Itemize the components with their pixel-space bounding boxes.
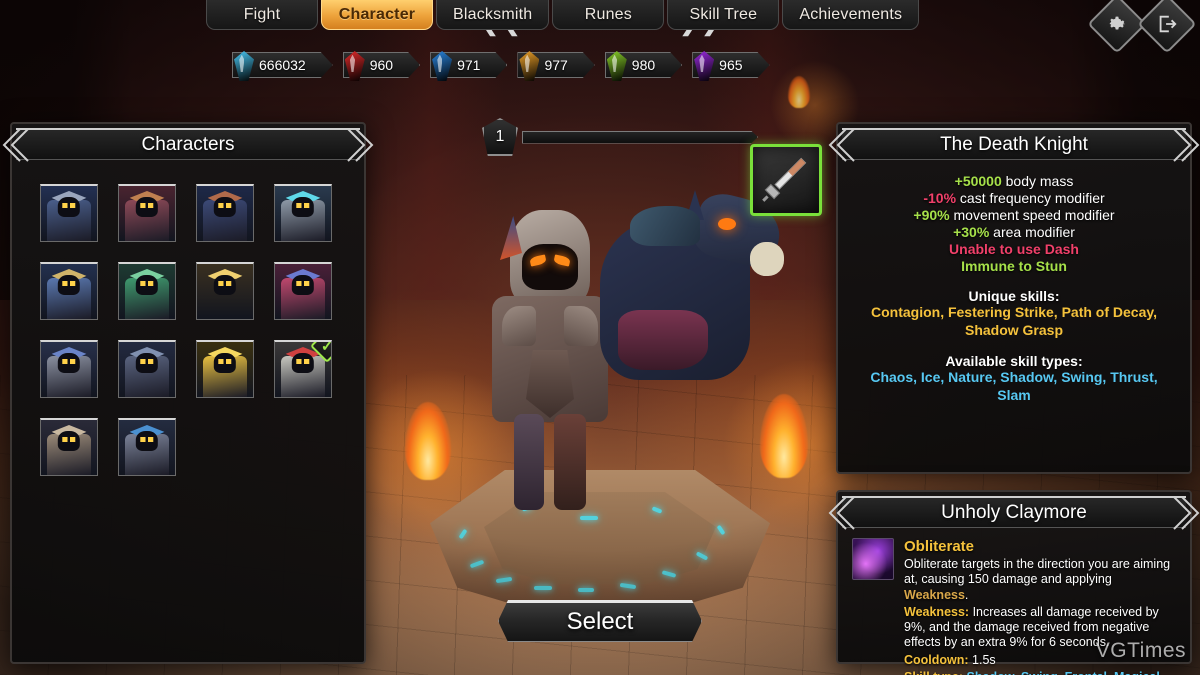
portrait-eyes [62, 280, 76, 286]
ornament-right-icon [344, 126, 374, 164]
portrait-eyes [140, 202, 154, 208]
portrait-eyes [296, 202, 310, 208]
portrait-eyes [218, 280, 232, 286]
character-slot-gold-king[interactable] [196, 340, 254, 398]
character-slot-minotaur-lord[interactable] [118, 418, 176, 476]
portrait-eyes [140, 358, 154, 364]
level-badge: 1 [482, 118, 518, 156]
portrait-eyes [218, 358, 232, 364]
tab-achievements[interactable]: Achievements [782, 0, 920, 30]
page-title: The Death Knight [940, 133, 1088, 155]
bonus-text: Immune to Stun [961, 258, 1067, 274]
ornament-left-icon [2, 126, 32, 164]
exit-door-icon [1156, 13, 1178, 35]
currency-green-gem: 980 [605, 50, 682, 81]
characters-panel-title: Characters [141, 133, 235, 155]
portrait-eyes [140, 436, 154, 442]
top-right-buttons [1087, 0, 1197, 54]
gear-icon [1106, 13, 1128, 35]
ornament-left-icon [828, 494, 858, 532]
drawback-text: Unable to use Dash [949, 241, 1079, 257]
equipped-weapon-slot[interactable] [750, 144, 822, 216]
weapon-title: Unholy Claymore [941, 501, 1087, 523]
character-slot-viking-warrior[interactable] [40, 184, 98, 242]
nav-tabs: Fight Character Blacksmith Runes Skill Tree A… [206, 0, 920, 30]
stat-line: +30% area modifier [953, 224, 1075, 240]
tab-skill-tree[interactable]: Skill Tree [667, 0, 780, 30]
portrait-eyes [296, 358, 310, 364]
currency-gold-shard: 666032 [232, 50, 333, 81]
character-slot-blue-archer[interactable] [196, 184, 254, 242]
currency-purple-gem: 965 [692, 50, 769, 81]
portrait-eyes [62, 202, 76, 208]
currency-orange-gem: 977 [517, 50, 594, 81]
tab-character[interactable]: Character [321, 0, 433, 30]
select-button[interactable]: Select [498, 600, 702, 642]
portrait-eyes [296, 280, 310, 286]
tab-fight[interactable]: Fight [206, 0, 318, 30]
game-screen: Fight Character Blacksmith Runes Skill Tree A… [0, 0, 1200, 675]
weakness-keyword: Weakness [904, 587, 965, 602]
level-indicator: 1 [482, 118, 758, 156]
portrait-eyes [218, 202, 232, 208]
character-slot-red-knight[interactable] [118, 184, 176, 242]
stat-line: +90% movement speed modifier [913, 207, 1115, 223]
xp-bar [522, 131, 758, 144]
weapon-skill-details: Obliterate Obliterate targets in the dir… [904, 538, 1178, 675]
ornament-right-icon [1170, 494, 1200, 532]
character-grid: ✓ [12, 160, 364, 476]
currency-bar: 666032 960 971 977 980 965 [232, 50, 770, 81]
character-slot-golden-sentinel[interactable] [196, 262, 254, 320]
weakness-description: Weakness: Increases all damage received … [904, 604, 1159, 650]
stat-line: -10% cast frequency modifier [923, 190, 1105, 206]
skill-description: Obliterate targets in the direction you … [904, 557, 1171, 602]
currency-red-gem: 960 [343, 50, 420, 81]
portrait-eyes [140, 280, 154, 286]
skill-type-line: Skill type: Shadow, Swing, Frontal, Magi… [904, 670, 1178, 675]
characters-panel: Characters ✓ [2, 122, 374, 664]
unique-skills-label: Unique skills: [968, 288, 1060, 304]
obliterate-swirl-icon [852, 538, 894, 580]
portrait-eyes [62, 358, 76, 364]
skill-types-label: Available skill types: [945, 353, 1083, 369]
skill-types-list: Chaos, Ice, Nature, Shadow, Swing, Thrus… [870, 369, 1158, 403]
character-slot-bone-warrior[interactable] [40, 418, 98, 476]
unique-skills-list: Contagion, Festering Strike, Path of Dec… [870, 304, 1157, 338]
weapon-info-panel: Unholy Claymore Obliterate Obliterate ta… [828, 490, 1200, 675]
currency-blue-gem: 971 [430, 50, 507, 81]
cooldown-line: Cooldown: 1.5s [904, 652, 996, 667]
character-slot-frost-knight[interactable] [274, 184, 332, 242]
character-stats: +50000 body mass -10% cast frequency modi… [838, 160, 1190, 404]
weapon-panel-header: Unholy Claymore [828, 496, 1200, 530]
stat-list: +50000 body mass -10% cast frequency modi… [852, 173, 1176, 240]
stat-line: +50000 body mass [954, 173, 1074, 189]
skill-name: Obliterate [904, 538, 975, 555]
character-slot-emerald-rogue[interactable] [118, 262, 176, 320]
ornament-left-icon [828, 126, 858, 164]
tab-blacksmith[interactable]: Blacksmith [436, 0, 550, 30]
character-slot-crimson-demon[interactable] [274, 262, 332, 320]
character-info-panel: The Death Knight +50000 body mass -10% ca… [828, 122, 1200, 474]
character-slot-silver-berserker[interactable] [40, 340, 98, 398]
tab-runes[interactable]: Runes [552, 0, 665, 30]
top-navigation-bar: Fight Character Blacksmith Runes Skill Tree A… [0, 0, 1200, 54]
info-panel-header: The Death Knight [828, 128, 1200, 162]
sword-icon [760, 152, 812, 209]
portrait-eyes [62, 436, 76, 442]
ornament-right-icon [1170, 126, 1200, 164]
character-slot-azure-paladin[interactable] [40, 262, 98, 320]
characters-panel-header: Characters [2, 128, 374, 162]
character-slot-death-knight[interactable]: ✓ [274, 340, 332, 398]
character-slot-shadow-assassin[interactable] [118, 340, 176, 398]
